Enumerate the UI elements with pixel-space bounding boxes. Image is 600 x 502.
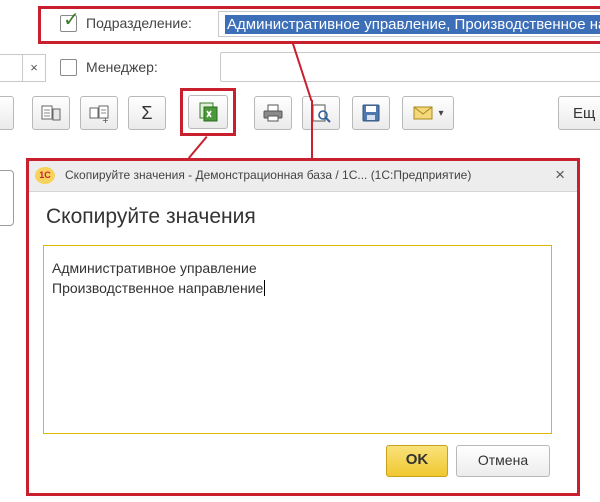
clear-button[interactable]: × — [22, 54, 46, 82]
manager-label: Менеджер: — [86, 59, 158, 75]
checkmark-icon: ✓ — [63, 9, 80, 31]
copy-values-dialog: 1С Скопируйте значения - Демонстрационна… — [26, 158, 580, 496]
print-icon — [263, 104, 283, 122]
copy-values-icon — [199, 102, 218, 122]
email-button[interactable]: ▾ — [402, 96, 454, 130]
sum-button[interactable]: Σ — [128, 96, 166, 130]
preview-button[interactable] — [302, 96, 340, 130]
close-icon[interactable]: × — [555, 165, 565, 185]
department-field[interactable]: Административное управление, Производств… — [218, 11, 600, 37]
print-button[interactable] — [254, 96, 292, 130]
select-columns-button[interactable] — [32, 96, 70, 130]
save-icon — [362, 104, 380, 122]
more-label: Ещ — [573, 104, 596, 122]
connector-line-button — [188, 136, 208, 159]
chevron-down-icon: ▾ — [438, 107, 444, 119]
toolbar-button-partial[interactable] — [0, 96, 14, 130]
preview-icon — [312, 104, 331, 123]
textarea-line-2: Производственное направление — [52, 280, 266, 296]
more-button[interactable]: Ещ — [558, 96, 600, 130]
svg-text:+: + — [102, 116, 109, 123]
textarea-line-1: Административное управление — [52, 260, 257, 276]
dialog-window-title: Скопируйте значения - Демонстрационная б… — [65, 168, 472, 182]
ok-button[interactable]: OK — [386, 445, 448, 477]
left-field-stub[interactable] — [0, 54, 24, 82]
department-value: Административное управление, Производств… — [225, 15, 600, 34]
values-textarea[interactable]: Административное управление Производстве… — [43, 245, 552, 434]
dialog-titlebar: 1С Скопируйте значения - Демонстрационна… — [29, 161, 577, 192]
connector-line-field-lower — [311, 100, 313, 160]
sum-icon: Σ — [141, 102, 153, 123]
dialog-heading: Скопируйте значения — [46, 205, 256, 228]
group-icon: + — [89, 105, 109, 123]
background-panel-stub — [0, 170, 14, 226]
cancel-button[interactable]: Отмена — [456, 445, 550, 477]
copy-values-button[interactable] — [188, 95, 228, 129]
select-columns-icon — [41, 105, 61, 121]
department-label: Подразделение: — [86, 15, 192, 31]
manager-checkbox[interactable] — [60, 59, 77, 76]
text-cursor — [264, 280, 266, 296]
department-checkbox[interactable]: ✓ — [60, 10, 80, 32]
group-button[interactable]: + — [80, 96, 118, 130]
email-icon — [413, 106, 433, 120]
save-button[interactable] — [352, 96, 390, 130]
manager-field[interactable] — [220, 52, 600, 82]
app-logo-icon: 1С — [35, 167, 55, 184]
